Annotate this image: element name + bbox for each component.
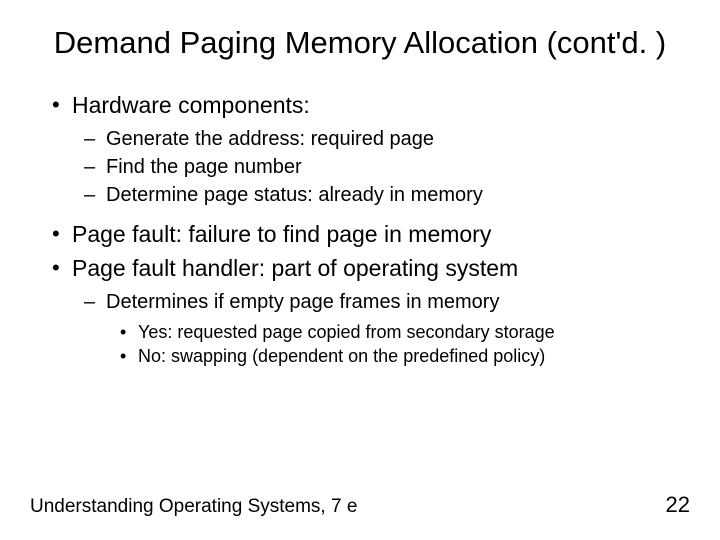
slide-content: Hardware components: Generate the addres… — [30, 91, 690, 369]
bullet-level1: Hardware components: — [50, 91, 690, 120]
footer-source: Understanding Operating Systems, 7 e — [30, 496, 357, 518]
bullet-level1: Page fault: failure to find page in memo… — [50, 220, 690, 249]
spacer — [50, 210, 690, 220]
bullet-level1: Page fault handler: part of operating sy… — [50, 254, 690, 283]
bullet-level3: No: swapping (dependent on the predefine… — [50, 345, 690, 368]
slide: Demand Paging Memory Allocation (cont'd.… — [0, 0, 720, 540]
bullet-level2: Determines if empty page frames in memor… — [50, 289, 690, 315]
page-number: 22 — [666, 492, 690, 518]
bullet-level3: Yes: requested page copied from secondar… — [50, 321, 690, 344]
slide-title: Demand Paging Memory Allocation (cont'd.… — [30, 24, 690, 63]
bullet-level2: Determine page status: already in memory — [50, 182, 690, 208]
bullet-level2: Find the page number — [50, 154, 690, 180]
footer: Understanding Operating Systems, 7 e 22 — [30, 492, 690, 518]
bullet-level2: Generate the address: required page — [50, 126, 690, 152]
